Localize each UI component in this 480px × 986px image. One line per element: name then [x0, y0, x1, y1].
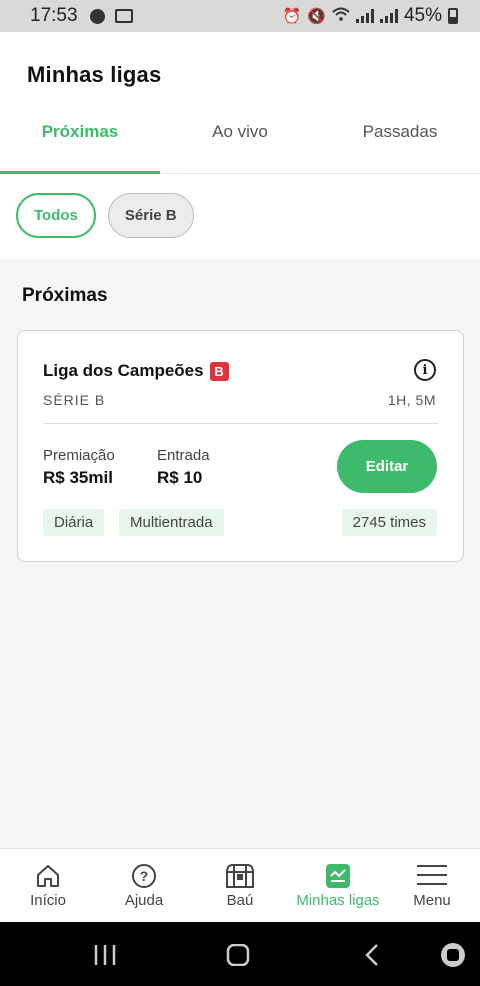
signal-icon [355, 9, 374, 23]
nav-chest-label: Baú [226, 892, 254, 909]
system-nav-bar [0, 922, 480, 986]
prize-value: R$ 35mil [43, 468, 113, 487]
card-divider [43, 423, 438, 424]
nav-chest[interactable]: Baú [192, 849, 288, 923]
nav-home[interactable]: Início [0, 849, 96, 923]
status-bar: 17:53 ⏰ 🔇 45% [0, 0, 480, 32]
filter-chip-all[interactable]: Todos [16, 193, 96, 238]
teams-count: 2745 times [341, 509, 437, 536]
nav-my-leagues-label: Minhas ligas [296, 892, 380, 909]
nav-menu[interactable]: Menu [384, 849, 480, 923]
tab-upcoming[interactable]: Próximas [0, 114, 160, 174]
home-system-icon[interactable] [226, 944, 250, 966]
tab-live[interactable]: Ao vivo [160, 114, 320, 173]
serie-b-badge-icon: B [209, 361, 229, 381]
battery-percent: 45% [403, 5, 442, 26]
mute-icon: 🔇 [307, 8, 326, 25]
nav-home-label: Início [30, 892, 66, 909]
filter-chip-serie-b[interactable]: Série B [107, 193, 194, 238]
nav-help[interactable]: ? Ajuda [96, 849, 192, 923]
filter-chips: Todos Série B [16, 193, 194, 238]
bottom-nav: Início ? Ajuda Baú Minhas ligas Menu [0, 848, 480, 922]
nav-menu-label: Menu [413, 892, 451, 909]
tab-bar: Próximas Ao vivo Passadas [0, 114, 480, 174]
svg-text:?: ? [140, 868, 149, 884]
voicemail-icon [114, 9, 133, 23]
tab-past[interactable]: Passadas [320, 114, 480, 173]
signal-icon-2 [379, 9, 398, 23]
league-name: Liga dos Campeões [43, 361, 204, 380]
entry-value: R$ 10 [157, 468, 203, 487]
league-series: SÉRIE B [43, 392, 106, 408]
assistant-icon[interactable] [440, 942, 466, 968]
battery-icon [448, 8, 458, 24]
notification-icon [89, 8, 105, 24]
nav-help-label: Ajuda [124, 892, 164, 909]
tag-multi-entry: Multientrada [119, 509, 224, 536]
help-icon: ? [132, 864, 156, 888]
prize-label: Premiação [43, 447, 115, 464]
edit-button[interactable]: Editar [337, 440, 437, 493]
header: Minhas ligas Próximas Ao vivo Passadas T… [0, 32, 480, 258]
menu-icon [417, 865, 447, 885]
nav-my-leagues[interactable]: Minhas ligas [284, 849, 392, 923]
league-card[interactable]: Liga dos Campeões B i SÉRIE B 1H, 5M Pre… [17, 330, 464, 562]
prize-stat: Premiação R$ 35mil [43, 447, 115, 488]
home-icon [37, 865, 59, 887]
entry-stat: Entrada R$ 10 [157, 447, 210, 488]
back-icon[interactable] [364, 943, 380, 967]
page-title: Minhas ligas [27, 62, 162, 87]
recent-apps-icon[interactable] [93, 944, 117, 966]
chest-icon [226, 864, 254, 888]
league-time-left: 1H, 5M [387, 392, 436, 408]
wifi-icon [332, 7, 350, 25]
alarm-icon: ⏰ [282, 8, 302, 25]
entry-label: Entrada [157, 447, 210, 464]
status-time: 17:53 [30, 5, 78, 26]
tag-daily: Diária [43, 509, 105, 536]
info-icon[interactable]: i [414, 359, 436, 381]
league-title: Liga dos Campeões B [43, 361, 229, 381]
my-leagues-icon [326, 864, 350, 888]
section-title: Próximas [22, 285, 108, 306]
